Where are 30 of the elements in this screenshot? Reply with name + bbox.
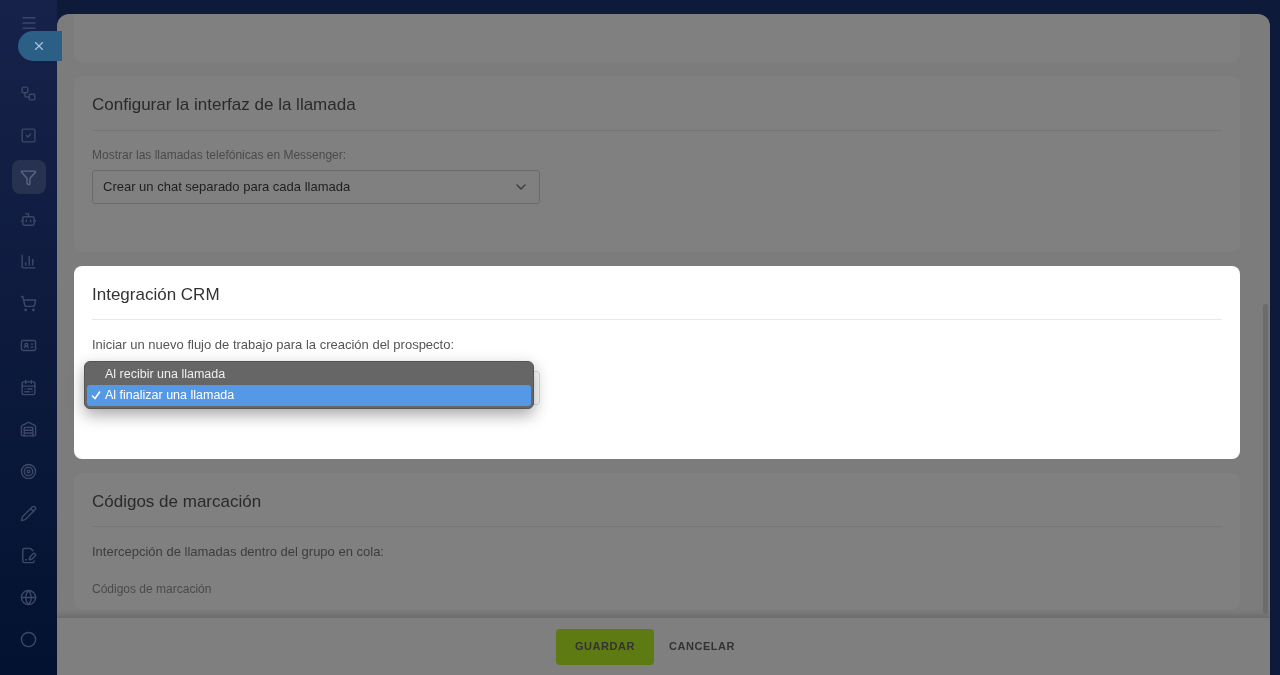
sidebar-item[interactable] [11,160,46,194]
cancel-button[interactable]: CANCELAR [656,628,748,665]
menu-option[interactable]: Al recibir una llamada [87,363,531,385]
save-button[interactable]: GUARDAR [555,628,654,665]
globe-icon [20,588,37,606]
document-icon [20,546,37,564]
warehouse-icon [20,420,37,438]
menu-icon[interactable] [19,14,38,32]
target-icon [20,462,37,480]
bar-chart-icon [20,252,37,270]
close-button[interactable] [18,31,62,61]
checkbox-icon [20,126,37,144]
section-title: Integración CRM [92,281,1222,320]
checkmark-icon [91,390,101,400]
select-field[interactable]: Crear un chat separado para cada llamada [92,169,540,204]
close-icon [32,39,46,53]
section-title: Configurar la interfaz de la llamada [92,92,1222,131]
option-label: Al finalizar una llamada [105,386,235,404]
circle-icon [20,630,37,648]
robot-icon [20,210,37,228]
option-label: Al recibir una llamada [105,365,226,383]
field-label: Iniciar un nuevo flujo de trabajo para la creación del prospecto: [92,336,456,354]
funnel-icon [20,168,37,186]
cart-icon [20,294,37,312]
field-label: Intercepción de llamadas dentro del grupo en cola: [92,543,385,561]
pencil-icon [20,504,37,522]
calendar-icon [20,378,37,396]
nodes-icon [20,84,37,102]
section-title: Códigos de marcación [92,488,1222,527]
menu-option[interactable]: Al finalizar una llamada [87,384,531,406]
